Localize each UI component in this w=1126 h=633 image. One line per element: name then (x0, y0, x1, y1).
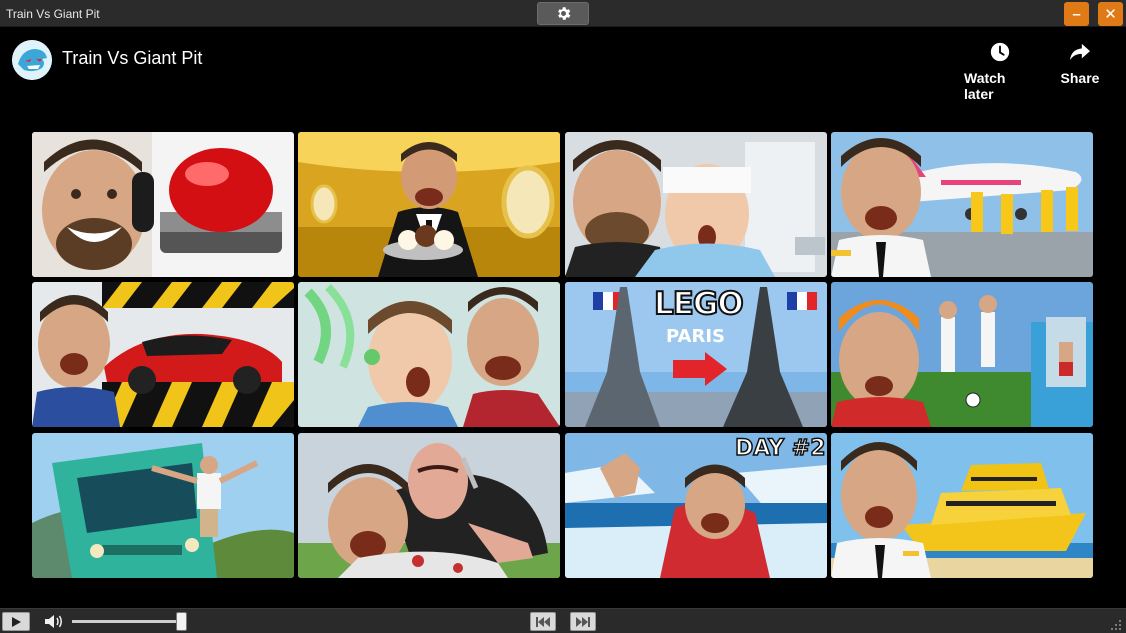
volume-slider-handle[interactable] (176, 612, 187, 631)
thumbnail-private-jet[interactable] (831, 132, 1093, 277)
close-button[interactable]: ✕ (1098, 2, 1123, 26)
thumbnail-soccer[interactable] (831, 282, 1093, 427)
thumbnail-hearing-aid[interactable] (298, 282, 560, 427)
lego-title-text: LEGO (653, 285, 745, 323)
thumbnail-lego-paris[interactable]: LEGO PARIS (565, 282, 827, 427)
bus-thumbnail-image (32, 433, 294, 578)
video-player[interactable]: Train Vs Giant Pit Watch later Share LEG… (0, 27, 1126, 608)
clock-icon (990, 42, 1010, 62)
soccer-thumbnail-image (831, 282, 1093, 427)
settings-button[interactable] (537, 2, 589, 25)
play-icon (12, 616, 21, 627)
previous-button[interactable] (530, 612, 556, 631)
watch-later-label: Watch later (964, 70, 1006, 102)
play-button[interactable] (2, 612, 30, 631)
thumbnail-ice[interactable]: DAY #2 (565, 433, 827, 578)
thumbnail-bus[interactable] (32, 433, 294, 578)
share-button[interactable]: Share (1058, 39, 1102, 86)
private-jet-thumbnail-image (831, 132, 1093, 277)
gear-icon (557, 7, 570, 20)
video-title[interactable]: Train Vs Giant Pit (62, 48, 202, 69)
share-label: Share (1060, 70, 1100, 86)
beast-logo-icon (12, 40, 52, 80)
control-bar (0, 608, 1126, 633)
hospital-thumbnail-image (565, 132, 827, 277)
title-bar: Train Vs Giant Pit – ✕ (0, 0, 1126, 27)
watch-later-button[interactable]: Watch later (964, 39, 1036, 102)
resize-grip-icon[interactable] (1110, 619, 1122, 631)
hearing-aid-thumbnail-image (298, 282, 560, 427)
speaker-icon[interactable] (44, 613, 66, 630)
assassin-thumbnail-image (298, 433, 560, 578)
thumbnail-red-button[interactable] (32, 132, 294, 277)
yacht-thumbnail-image (831, 433, 1093, 578)
volume-slider-track[interactable] (72, 620, 182, 623)
minimize-button[interactable]: – (1064, 2, 1089, 26)
end-screen-grid: LEGO PARIS DAY #2 (32, 132, 1094, 580)
thumbnail-golden-jet[interactable] (298, 132, 560, 277)
golden-jet-thumbnail-image (298, 132, 560, 277)
window-title: Train Vs Giant Pit (6, 7, 100, 21)
share-arrow-icon (1070, 43, 1090, 61)
skip-next-icon (576, 616, 590, 627)
paris-subtitle-text: PARIS (666, 326, 725, 347)
lamborghini-press-thumbnail-image (32, 282, 294, 427)
skip-previous-icon (536, 616, 550, 627)
thumbnail-yacht[interactable] (831, 433, 1093, 578)
channel-avatar[interactable] (12, 40, 52, 80)
next-button[interactable] (570, 612, 596, 631)
thumbnail-lamborghini-press[interactable] (32, 282, 294, 427)
thumbnail-assassin[interactable] (298, 433, 560, 578)
red-button-thumbnail-image (32, 132, 294, 277)
thumbnail-hospital[interactable] (565, 132, 827, 277)
day-badge-text: DAY #2 (734, 435, 826, 462)
